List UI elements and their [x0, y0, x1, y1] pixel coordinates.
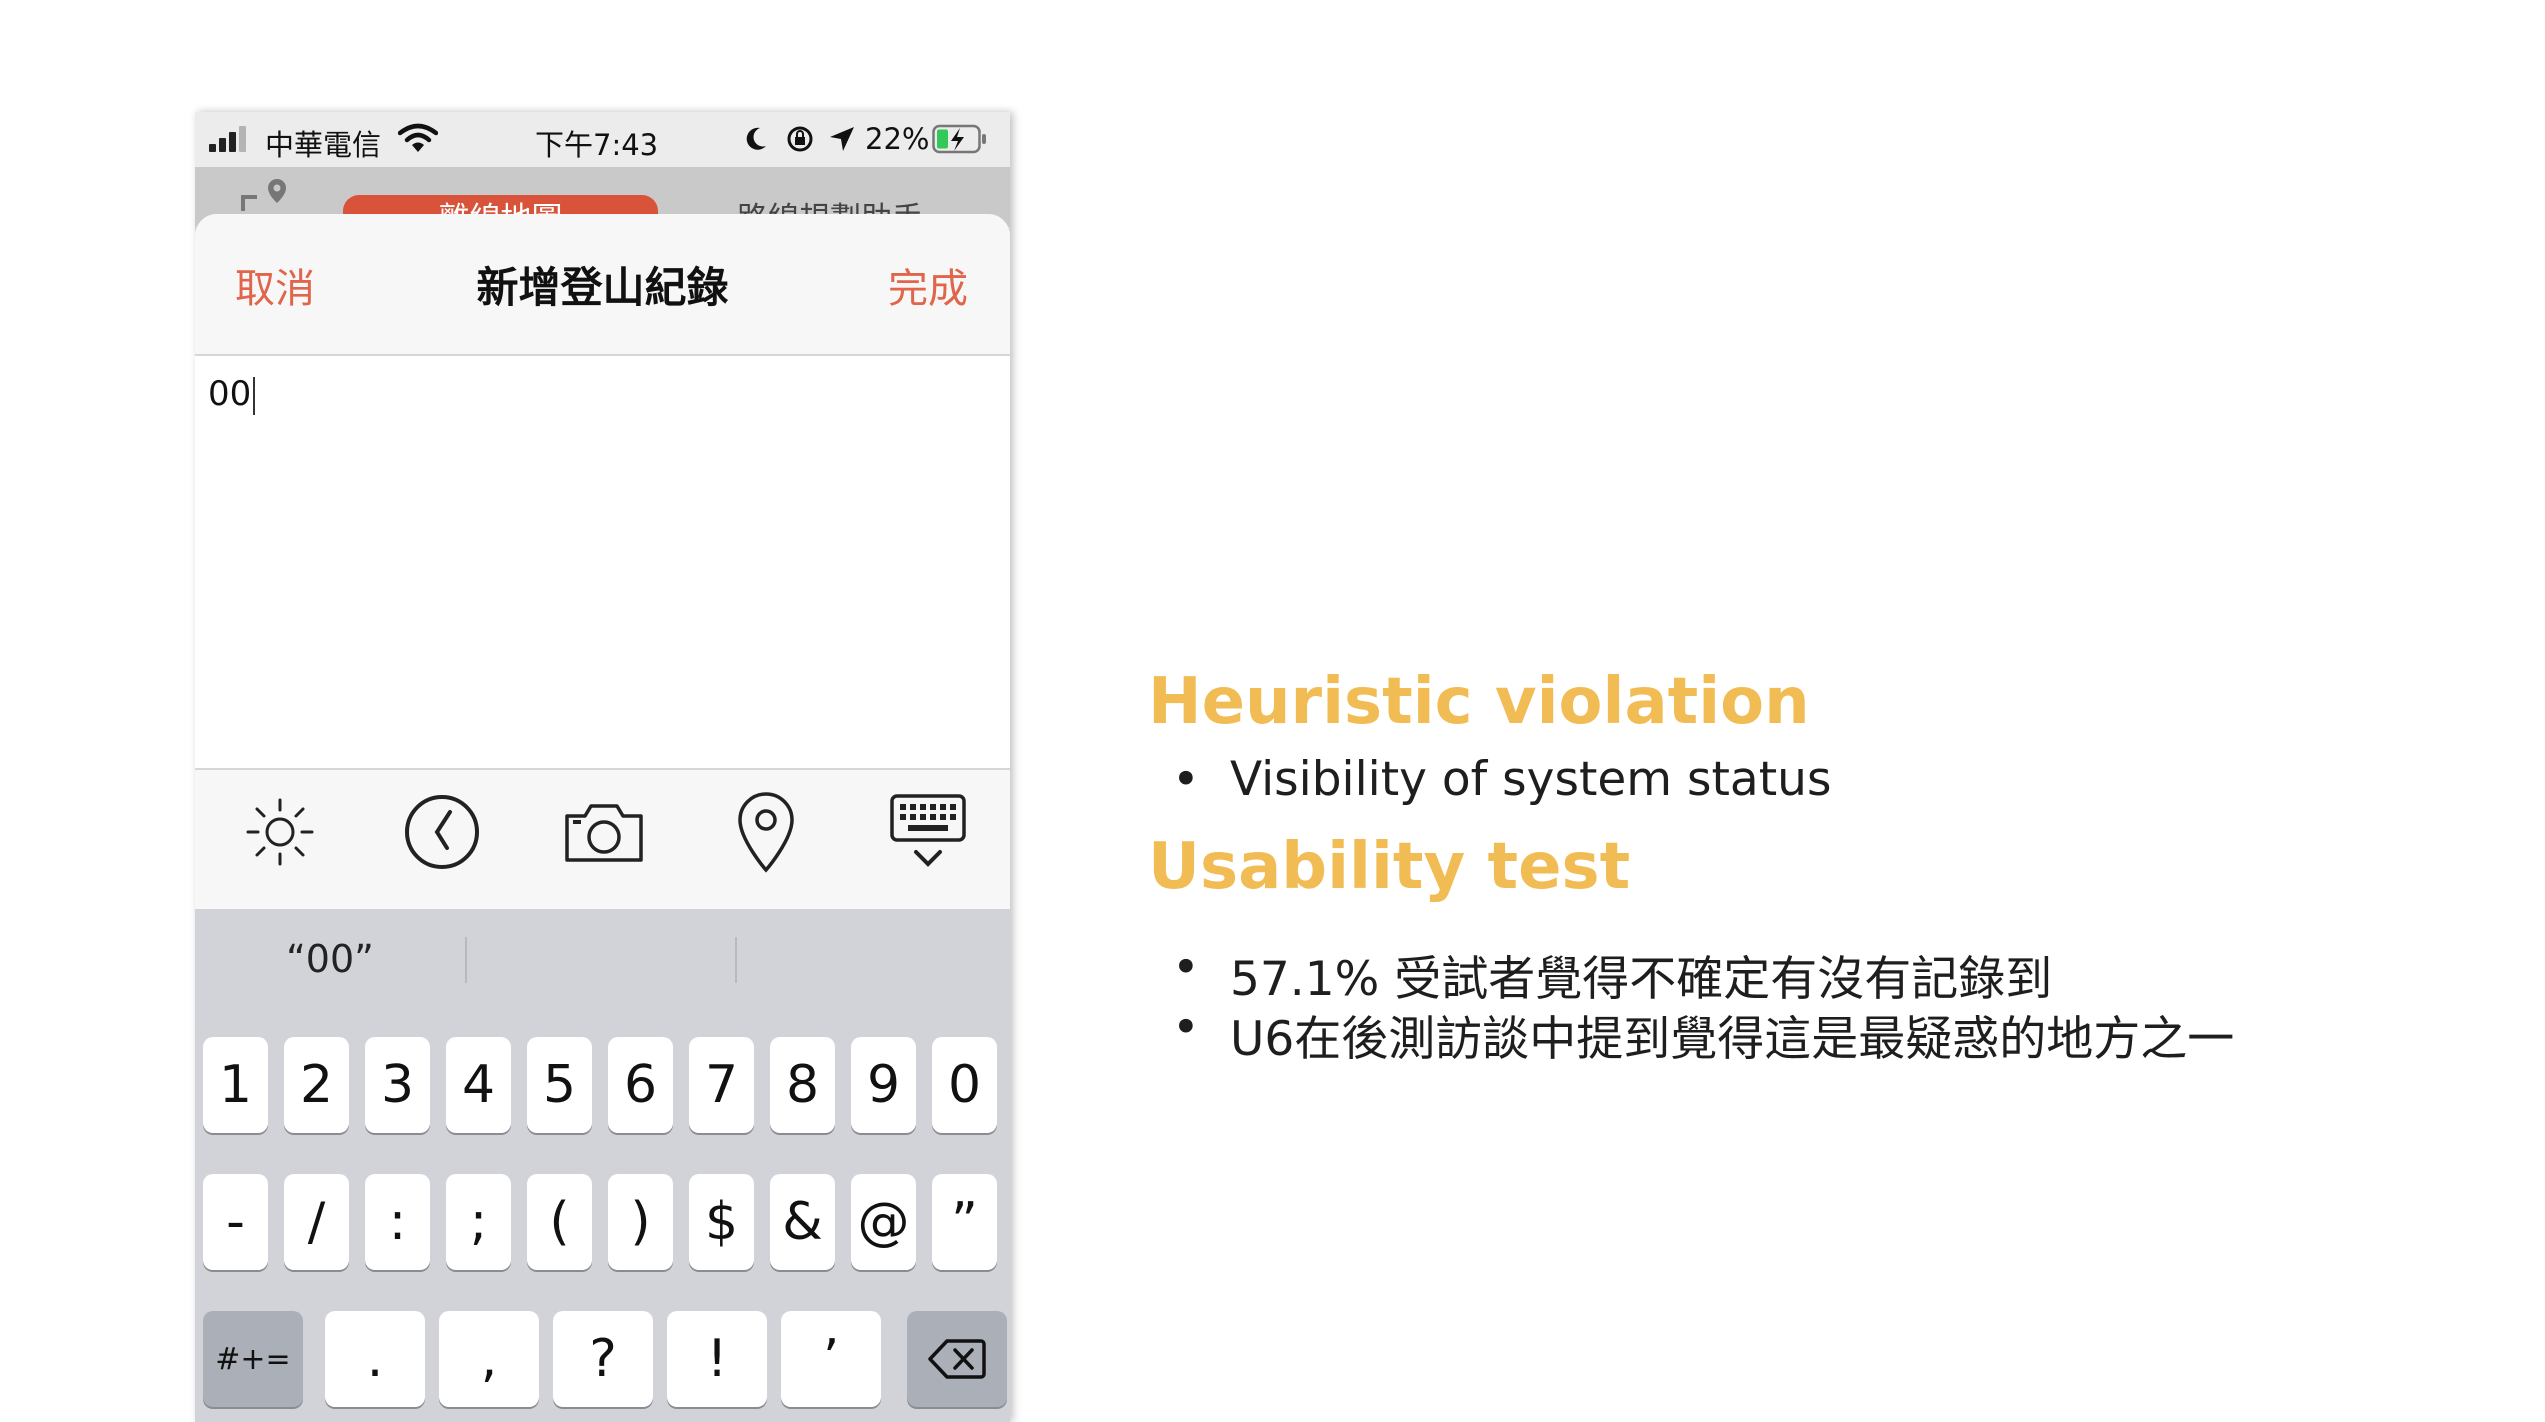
numeric-keyboard: “00” 1 2 3 4 5 6 7 8 9 0 - / : ; ( ) $ &…: [195, 909, 1010, 1422]
key-slash[interactable]: /: [284, 1174, 349, 1270]
key-ampersand[interactable]: &: [770, 1174, 835, 1270]
note-text-area[interactable]: 00: [195, 356, 1010, 768]
status-bar: 中華電信 下午7:43 22%: [195, 112, 1010, 167]
wifi-icon: [398, 123, 438, 152]
key-5[interactable]: 5: [527, 1037, 592, 1133]
new-hiking-record-sheet: 取消 新增登山紀錄 完成 00: [195, 214, 1010, 909]
signal-strength-icon: [209, 126, 257, 152]
key-2[interactable]: 2: [284, 1037, 349, 1133]
key-at[interactable]: @: [851, 1174, 916, 1270]
location-button[interactable]: [716, 782, 816, 882]
bullet-item: • Visibility of system status: [1172, 752, 1832, 807]
key-7[interactable]: 7: [689, 1037, 754, 1133]
bullet-dot: •: [1172, 752, 1200, 807]
keyboard-dismiss-icon: [890, 794, 966, 867]
key-apostrophe[interactable]: ’: [781, 1311, 881, 1407]
bullet-text: Visibility of system status: [1230, 752, 1832, 807]
heading-usability-test: Usability test: [1148, 830, 1631, 904]
clock-icon: [405, 795, 479, 869]
key-open-paren[interactable]: (: [527, 1174, 592, 1270]
phone-screenshot: 中華電信 下午7:43 22% 取消 新增登山紀錄 完成 00 “00” 1 2…: [195, 112, 1010, 1422]
moon-icon: [746, 127, 766, 150]
note-text-value: 00: [208, 374, 252, 414]
photo-button[interactable]: [554, 782, 654, 882]
bullet-text: 57.1% 受試者覺得不確定有沒有記錄到: [1230, 952, 2053, 1007]
key-9[interactable]: 9: [851, 1037, 916, 1133]
rotation-lock-icon: [787, 126, 813, 152]
heading-heuristic-violation: Heuristic violation: [1148, 665, 1810, 739]
battery-charging-icon: [932, 124, 986, 154]
key-colon[interactable]: :: [365, 1174, 430, 1270]
done-button[interactable]: 完成: [888, 256, 968, 314]
map-pin-route-icon[interactable]: [237, 175, 297, 215]
suggestion-divider: [465, 937, 467, 983]
location-arrow-icon: [830, 127, 854, 151]
bullet-text: U6在後測訪談中提到覺得這是最疑惑的地方之一: [1230, 1012, 2235, 1067]
weather-button[interactable]: [230, 782, 330, 882]
key-8[interactable]: 8: [770, 1037, 835, 1133]
key-backspace[interactable]: [907, 1311, 1007, 1407]
bullet-dot: •: [1172, 940, 1200, 995]
backspace-icon: [928, 1339, 986, 1379]
key-4[interactable]: 4: [446, 1037, 511, 1133]
time-button[interactable]: [392, 782, 492, 882]
note-toolbar: [195, 768, 1010, 909]
bullet-item: • U6在後測訪談中提到覺得這是最疑惑的地方之一: [1172, 1000, 2235, 1069]
key-exclamation[interactable]: !: [667, 1311, 767, 1407]
key-3[interactable]: 3: [365, 1037, 430, 1133]
key-comma[interactable]: ,: [439, 1311, 539, 1407]
clock-time: 下午7:43: [535, 128, 659, 162]
suggestion-divider: [735, 937, 737, 983]
text-caret: [253, 376, 256, 415]
camera-icon: [565, 804, 643, 862]
key-question[interactable]: ?: [553, 1311, 653, 1407]
key-0[interactable]: 0: [932, 1037, 997, 1133]
sheet-header: 取消 新增登山紀錄 完成: [195, 214, 1010, 356]
battery-percent: 22%: [865, 122, 930, 156]
predictive-bar: “00”: [195, 909, 1010, 1009]
hide-keyboard-button[interactable]: [878, 782, 978, 882]
carrier-label: 中華電信: [265, 128, 382, 162]
location-pin-icon: [738, 792, 794, 873]
key-quote[interactable]: ”: [932, 1174, 997, 1270]
suggestion-1[interactable]: “00”: [195, 937, 465, 981]
key-hyphen[interactable]: -: [203, 1174, 268, 1270]
bullet-item: • 57.1% 受試者覺得不確定有沒有記錄到: [1172, 940, 2053, 1009]
key-6[interactable]: 6: [608, 1037, 673, 1133]
key-dollar[interactable]: $: [689, 1174, 754, 1270]
bullet-dot: •: [1172, 1000, 1200, 1055]
sun-icon: [246, 798, 314, 866]
key-close-paren[interactable]: ): [608, 1174, 673, 1270]
key-1[interactable]: 1: [203, 1037, 268, 1133]
key-semicolon[interactable]: ;: [446, 1174, 511, 1270]
key-period[interactable]: .: [325, 1311, 425, 1407]
key-more-symbols[interactable]: #+=: [203, 1311, 303, 1407]
